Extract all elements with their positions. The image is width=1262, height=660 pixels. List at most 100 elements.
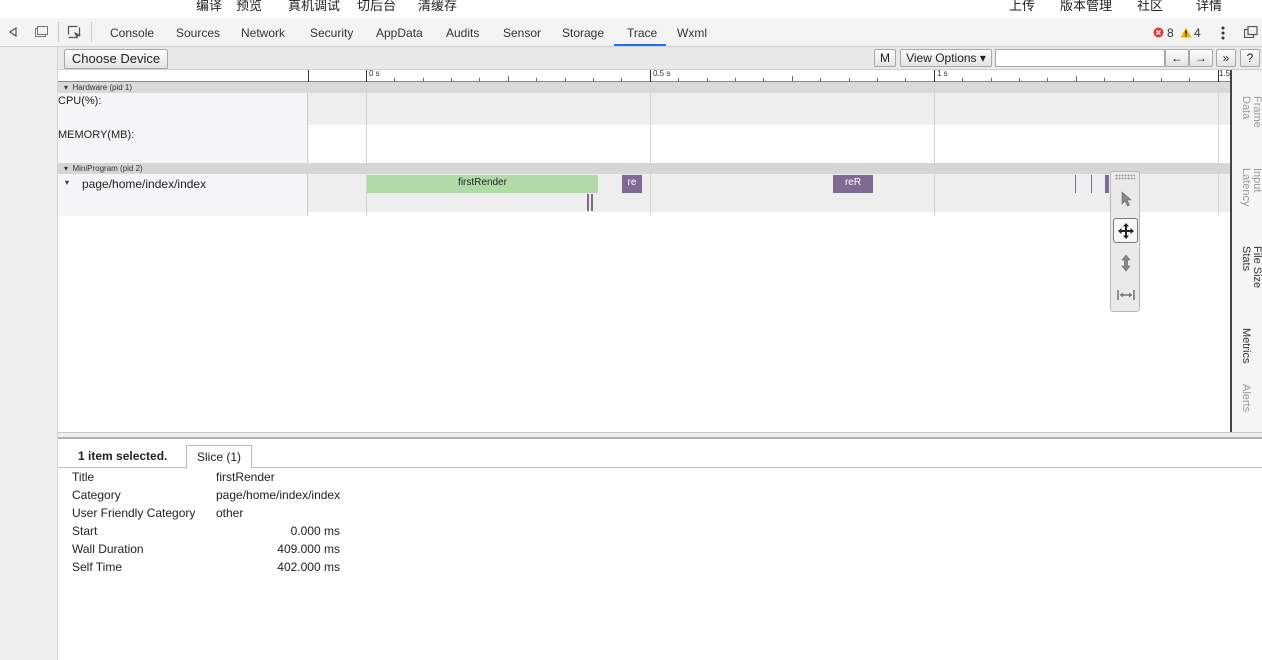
slice-mini[interactable] xyxy=(591,194,593,211)
left-gutter xyxy=(0,47,58,660)
ruler-label: 0.5 s xyxy=(653,69,671,78)
device-mode-icon[interactable] xyxy=(34,26,48,41)
pan-icon xyxy=(1117,222,1134,239)
prop-value-self-time: 402.000 ms xyxy=(277,560,340,574)
tabbar-divider xyxy=(91,22,92,42)
prop-value-wall-duration: 409.000 ms xyxy=(277,542,340,556)
tab-audits[interactable]: Audits xyxy=(446,26,479,40)
collapse-arrow-icon[interactable]: ▾ xyxy=(64,164,68,173)
active-tab-indicator xyxy=(614,44,666,46)
prop-label-category: Category xyxy=(72,488,121,502)
background-button[interactable]: 切后台 xyxy=(357,0,396,14)
upload-button[interactable]: 上传 xyxy=(1009,0,1035,14)
tab-security[interactable]: Security xyxy=(310,26,353,40)
analysis-tabbar: 1 item selected. Slice (1) xyxy=(58,441,1262,469)
compile-button[interactable]: 编译 xyxy=(196,0,222,14)
warning-count[interactable]: 4 xyxy=(1194,26,1201,40)
prop-label-self-time: Self Time xyxy=(72,560,123,574)
grid-line xyxy=(366,82,367,216)
side-tab-file-size-stats[interactable]: File Size Stats xyxy=(1240,246,1262,288)
timeline-ruler[interactable]: 0 s 0.5 s 1 s 1.5 xyxy=(58,69,1231,82)
top-toolbar: 编译 预览 真机调试 切后台 清缓存 上传 版本管理 社区 详情 xyxy=(0,0,1262,18)
preview-button[interactable]: 预览 xyxy=(236,0,262,14)
tool-palette xyxy=(1110,171,1140,312)
zoom-tool[interactable] xyxy=(1113,250,1138,275)
tab-sensor[interactable]: Sensor xyxy=(503,26,541,40)
tab-network[interactable]: Network xyxy=(241,26,285,40)
prop-value-category: page/home/index/index xyxy=(216,488,341,502)
choose-device-button[interactable]: Choose Device xyxy=(64,49,168,69)
select-tool[interactable] xyxy=(1113,186,1138,211)
dock-icon[interactable] xyxy=(8,26,20,41)
help-button[interactable]: ? xyxy=(1240,49,1260,67)
tab-wxml[interactable]: Wxml xyxy=(677,26,707,40)
prop-value-user-category: other xyxy=(216,506,244,520)
prop-value-start: 0.000 ms xyxy=(290,524,340,538)
pan-tool[interactable] xyxy=(1113,218,1138,243)
prop-label-user-category: User Friendly Category xyxy=(72,506,196,520)
side-tab-metrics[interactable]: Metrics xyxy=(1240,328,1252,363)
tab-storage[interactable]: Storage xyxy=(562,26,604,40)
error-icon[interactable] xyxy=(1153,27,1164,41)
hardware-section-header[interactable]: ▾ Hardware (pid 1) xyxy=(58,82,1230,93)
prop-label-wall-duration: Wall Duration xyxy=(72,542,144,556)
selection-summary: 1 item selected. xyxy=(78,449,168,463)
m-button[interactable]: M xyxy=(874,49,896,67)
slice-tab[interactable]: Slice (1) xyxy=(186,445,252,469)
slice-mini[interactable] xyxy=(587,194,589,211)
ruler-ticks xyxy=(308,70,1219,82)
side-tab-frame-data[interactable]: Frame Data xyxy=(1240,96,1262,128)
side-panel: Frame Data Input Latency File Size Stats… xyxy=(1230,70,1262,432)
slice-mini[interactable] xyxy=(1091,175,1092,193)
version-button[interactable]: 版本管理 xyxy=(1060,0,1112,14)
expand-arrow-icon[interactable]: ▾ xyxy=(65,178,69,187)
prop-value-title: firstRender xyxy=(216,470,275,484)
community-button[interactable]: 社区 xyxy=(1137,0,1163,14)
prop-label-title: Title xyxy=(72,470,95,484)
remote-debug-button[interactable]: 真机调试 xyxy=(288,0,340,14)
page-track-label: page/home/index/index xyxy=(82,177,207,191)
miniprogram-header-label: MiniProgram (pid 2) xyxy=(72,164,143,173)
timing-tool[interactable] xyxy=(1113,282,1138,307)
side-tab-alerts[interactable]: Alerts xyxy=(1240,384,1252,412)
zoom-icon xyxy=(1120,254,1131,271)
cpu-track[interactable] xyxy=(308,93,1230,125)
undock-icon[interactable] xyxy=(1243,25,1258,41)
find-next-button[interactable]: → xyxy=(1189,49,1213,67)
cpu-track-label: CPU(%): xyxy=(58,95,102,107)
trace-toolbar: Choose Device M View Options ▾ ← → » ? xyxy=(58,47,1262,70)
ruler-label: 1 s xyxy=(937,69,948,78)
tabbar-divider xyxy=(58,22,59,42)
slice-first-render[interactable]: firstRender xyxy=(367,175,598,193)
slice-re[interactable]: re xyxy=(622,175,642,193)
panel-resize-divider[interactable] xyxy=(58,432,1262,439)
inspect-element-icon[interactable] xyxy=(67,25,83,44)
find-prev-button[interactable]: ← xyxy=(1165,49,1189,67)
tab-sources[interactable]: Sources xyxy=(176,26,220,40)
palette-drag-handle[interactable] xyxy=(1115,174,1135,180)
slice-rer[interactable]: reR xyxy=(833,175,873,193)
select-icon xyxy=(1121,190,1132,206)
ruler-label: 1.5 xyxy=(1219,69,1231,78)
slice-mini[interactable] xyxy=(1075,175,1076,193)
tab-trace[interactable]: Trace xyxy=(627,26,657,40)
miniprogram-section-header[interactable]: ▾ MiniProgram (pid 2) xyxy=(58,163,1230,174)
side-tab-input-latency[interactable]: Input Latency xyxy=(1240,168,1262,207)
details-button[interactable]: 详情 xyxy=(1196,0,1222,14)
collapse-arrow-icon[interactable]: ▾ xyxy=(64,83,68,92)
overflow-button[interactable]: » xyxy=(1216,49,1236,67)
hardware-header-label: Hardware (pid 1) xyxy=(72,83,133,92)
tab-appdata[interactable]: AppData xyxy=(376,26,423,40)
memory-track[interactable] xyxy=(308,125,1230,163)
error-count[interactable]: 8 xyxy=(1167,26,1174,40)
more-options-icon[interactable] xyxy=(1220,26,1226,43)
grid-line xyxy=(1218,82,1219,216)
tab-console[interactable]: Console xyxy=(110,26,154,40)
slice-mini[interactable] xyxy=(1105,175,1109,193)
trace-search-input[interactable] xyxy=(995,49,1165,67)
warning-icon[interactable] xyxy=(1180,27,1192,41)
view-options-button[interactable]: View Options ▾ xyxy=(900,49,992,67)
clear-cache-button[interactable]: 清缓存 xyxy=(418,0,457,14)
memory-track-label: MEMORY(MB): xyxy=(58,129,135,141)
ruler-label: 0 s xyxy=(369,69,380,78)
